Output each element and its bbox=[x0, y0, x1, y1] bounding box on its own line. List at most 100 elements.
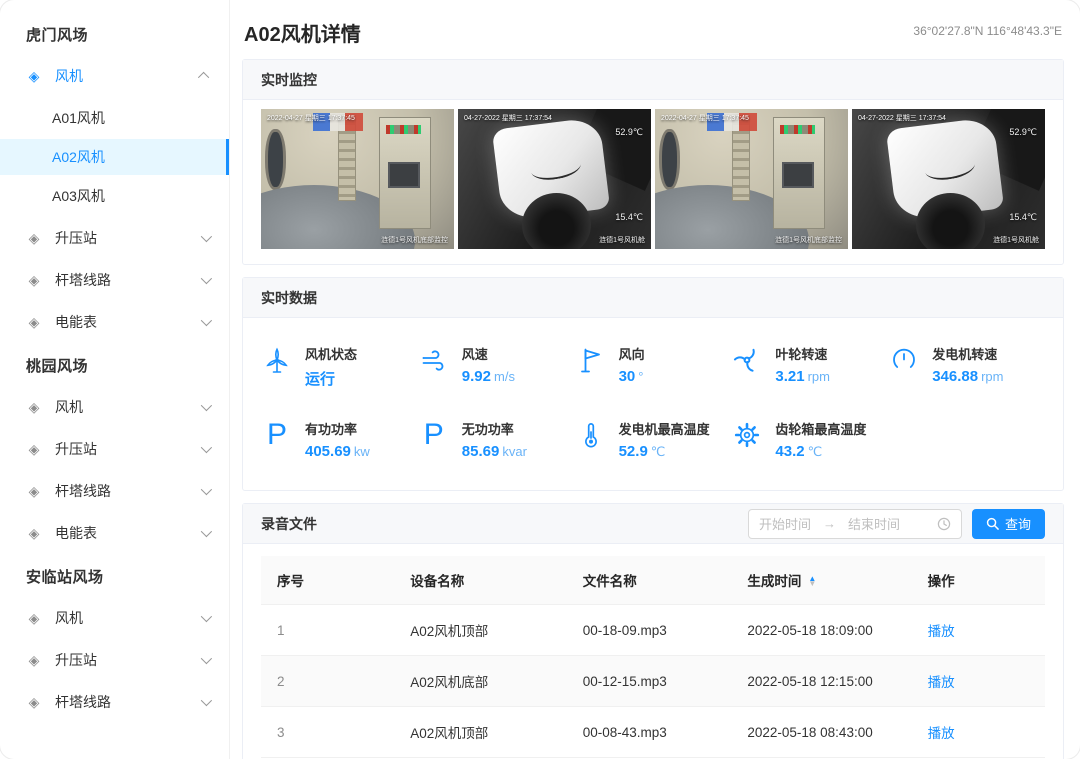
metric-unit: ℃ bbox=[808, 444, 823, 459]
col-time: 生成时间 ▲▼ bbox=[731, 556, 911, 605]
metric-value: 30 bbox=[619, 368, 636, 385]
table-header-row: 序号 设备名称 文件名称 生成时间▲▼ 操作 bbox=[261, 556, 1045, 605]
cell-file: 00-18-09.mp3 bbox=[567, 605, 732, 656]
camera-feed-4[interactable]: 04-27-2022 星期三 17:37:54 52.9℃ 15.4℃ 涟德1号… bbox=[852, 109, 1045, 249]
chevron-down-icon bbox=[201, 315, 212, 326]
camera-caption: 涟德1号风机舱 bbox=[599, 235, 645, 245]
camera-timestamp: 2022-04-27 星期三 17:37:45 bbox=[661, 113, 749, 123]
rotor-icon bbox=[731, 344, 763, 376]
power-p-icon: P bbox=[418, 419, 450, 451]
metric-unit: rpm bbox=[981, 369, 1003, 384]
page-header: A02风机详情 36°02'27.8"N 116°48'43.3"E bbox=[242, 12, 1064, 59]
flag-icon bbox=[575, 344, 607, 376]
page-title: A02风机详情 bbox=[244, 18, 361, 47]
sidebar-item-substation-taoyuan[interactable]: ◈ 升压站 bbox=[0, 428, 229, 470]
farm-group-title-taoyuan: 桃园风场 bbox=[0, 343, 229, 386]
sidebar-item-turbines-taoyuan[interactable]: ◈ 风机 bbox=[0, 386, 229, 428]
realtime-data-card: 实时数据 风机状态 运行 bbox=[242, 277, 1064, 491]
metric-active-power: P 有功功率 405.69kw bbox=[261, 419, 418, 460]
chevron-down-icon bbox=[201, 695, 212, 706]
sidebar-item-meter-humen[interactable]: ◈ 电能表 bbox=[0, 301, 229, 343]
sidebar-item-turbines-humen[interactable]: ◈ 风机 bbox=[0, 55, 229, 97]
metric-generator-speed: 发电机转速 346.88rpm bbox=[888, 344, 1045, 389]
camera-feed-2[interactable]: 04-27-2022 星期三 17:37:54 52.9℃ 15.4℃ 涟德1号… bbox=[458, 109, 651, 249]
diamond-icon: ◈ bbox=[26, 399, 42, 416]
data-card-header: 实时数据 bbox=[243, 278, 1063, 318]
control-cabinet-shape bbox=[773, 117, 825, 229]
clock-icon bbox=[937, 517, 951, 531]
recordings-table-wrap: 序号 设备名称 文件名称 生成时间▲▼ 操作 1 A02风机顶部 bbox=[243, 544, 1063, 759]
chevron-down-icon bbox=[201, 273, 212, 284]
recordings-search-button[interactable]: 查询 bbox=[972, 509, 1045, 539]
table-row: 3 A02风机顶部 00-08-43.mp3 2022-05-18 08:43:… bbox=[261, 707, 1045, 758]
chevron-down-icon bbox=[201, 611, 212, 622]
chevron-down-icon bbox=[201, 400, 212, 411]
thermometer-icon bbox=[575, 419, 607, 451]
sort-control[interactable]: ▲▼ bbox=[808, 577, 816, 587]
metric-rotor-speed: 叶轮转速 3.21rpm bbox=[731, 344, 888, 389]
farm-group-title-humen: 虎门风场 bbox=[0, 12, 229, 55]
metric-turbine-status: 风机状态 运行 bbox=[261, 344, 418, 389]
generator-hub-shape bbox=[916, 193, 985, 249]
cell-time: 2022-05-18 18:09:00 bbox=[731, 605, 911, 656]
sidebar-item-towerline-taoyuan[interactable]: ◈ 杆塔线路 bbox=[0, 470, 229, 512]
camera-feed-1[interactable]: 2022-04-27 星期三 17:37:45 涟德1号风机底部监控 bbox=[261, 109, 454, 249]
cell-index: 2 bbox=[261, 656, 394, 707]
camera-caption: 涟德1号风机底部监控 bbox=[381, 235, 448, 245]
sidebar-item-label: 升压站 bbox=[55, 650, 201, 670]
metric-unit: ℃ bbox=[651, 444, 666, 459]
metric-empty-cell bbox=[888, 419, 1045, 460]
col-time-label: 生成时间 bbox=[747, 574, 801, 589]
range-arrow-icon: → bbox=[823, 516, 836, 531]
metric-value: 运行 bbox=[305, 371, 335, 388]
table-row: 2 A02风机底部 00-12-15.mp3 2022-05-18 12:15:… bbox=[261, 656, 1045, 707]
recordings-filter: 开始时间 → 结束时间 查询 bbox=[748, 509, 1045, 539]
cell-file: 00-12-15.mp3 bbox=[567, 656, 732, 707]
recordings-card-title: 录音文件 bbox=[261, 514, 317, 534]
sidebar-item-substation-anlin[interactable]: ◈ 升压站 bbox=[0, 639, 229, 681]
diamond-icon: ◈ bbox=[26, 441, 42, 458]
metrics-grid: 风机状态 运行 风速 9.92m/s bbox=[243, 318, 1063, 490]
wind-icon bbox=[418, 344, 450, 376]
sidebar-item-turbines-anlin[interactable]: ◈ 风机 bbox=[0, 597, 229, 639]
tower-window-shape bbox=[265, 129, 286, 191]
sidebar-item-towerline-anlin[interactable]: ◈ 杆塔线路 bbox=[0, 681, 229, 723]
sidebar-subitem-a02[interactable]: A02风机 bbox=[0, 139, 229, 175]
play-link[interactable]: 播放 bbox=[928, 675, 955, 690]
power-p-icon: P bbox=[261, 419, 293, 451]
sidebar-item-substation-humen[interactable]: ◈ 升压站 bbox=[0, 217, 229, 259]
generator-hub-shape bbox=[522, 193, 591, 249]
metric-value: 346.88 bbox=[932, 368, 978, 385]
metric-gearbox-temp: 齿轮箱最高温度 43.2℃ bbox=[731, 419, 888, 460]
realtime-monitor-card: 实时监控 2022-04-27 星期三 17:37:45 涟德1号风机底部监控 bbox=[242, 59, 1064, 265]
sidebar-item-meter-taoyuan[interactable]: ◈ 电能表 bbox=[0, 512, 229, 554]
metric-label: 风向 bbox=[619, 344, 645, 363]
metric-value: 43.2 bbox=[775, 443, 804, 460]
wind-turbine-icon bbox=[261, 344, 293, 376]
cell-device: A02风机底部 bbox=[394, 656, 566, 707]
diamond-icon: ◈ bbox=[26, 68, 42, 85]
monitor-card-title: 实时监控 bbox=[261, 70, 317, 90]
sidebar-item-label: 电能表 bbox=[55, 523, 201, 543]
diamond-icon: ◈ bbox=[26, 694, 42, 711]
sidebar-subitem-label: A02风机 bbox=[52, 147, 105, 167]
col-index: 序号 bbox=[261, 556, 394, 605]
metric-unit: m/s bbox=[494, 369, 515, 384]
sidebar-subitem-label: A03风机 bbox=[52, 186, 105, 206]
sidebar-item-towerline-humen[interactable]: ◈ 杆塔线路 bbox=[0, 259, 229, 301]
diamond-icon: ◈ bbox=[26, 483, 42, 500]
camera-feed-3[interactable]: 2022-04-27 星期三 17:37:45 涟德1号风机底部监控 bbox=[655, 109, 848, 249]
metric-label: 叶轮转速 bbox=[775, 344, 830, 363]
diamond-icon: ◈ bbox=[26, 610, 42, 627]
sidebar-subitem-a03[interactable]: A03风机 bbox=[0, 178, 229, 214]
cell-time: 2022-05-18 08:43:00 bbox=[731, 707, 911, 758]
camera-timestamp: 04-27-2022 星期三 17:37:54 bbox=[858, 113, 946, 123]
play-link[interactable]: 播放 bbox=[928, 624, 955, 639]
sidebar-subitem-a01[interactable]: A01风机 bbox=[0, 100, 229, 136]
sidebar-item-label: 电能表 bbox=[55, 312, 201, 332]
recordings-date-range-input[interactable]: 开始时间 → 结束时间 bbox=[748, 509, 962, 539]
caret-down-icon: ▼ bbox=[808, 582, 816, 587]
main-content: A02风机详情 36°02'27.8"N 116°48'43.3"E 实时监控 … bbox=[230, 0, 1080, 759]
play-link[interactable]: 播放 bbox=[928, 726, 955, 741]
cell-index: 1 bbox=[261, 605, 394, 656]
